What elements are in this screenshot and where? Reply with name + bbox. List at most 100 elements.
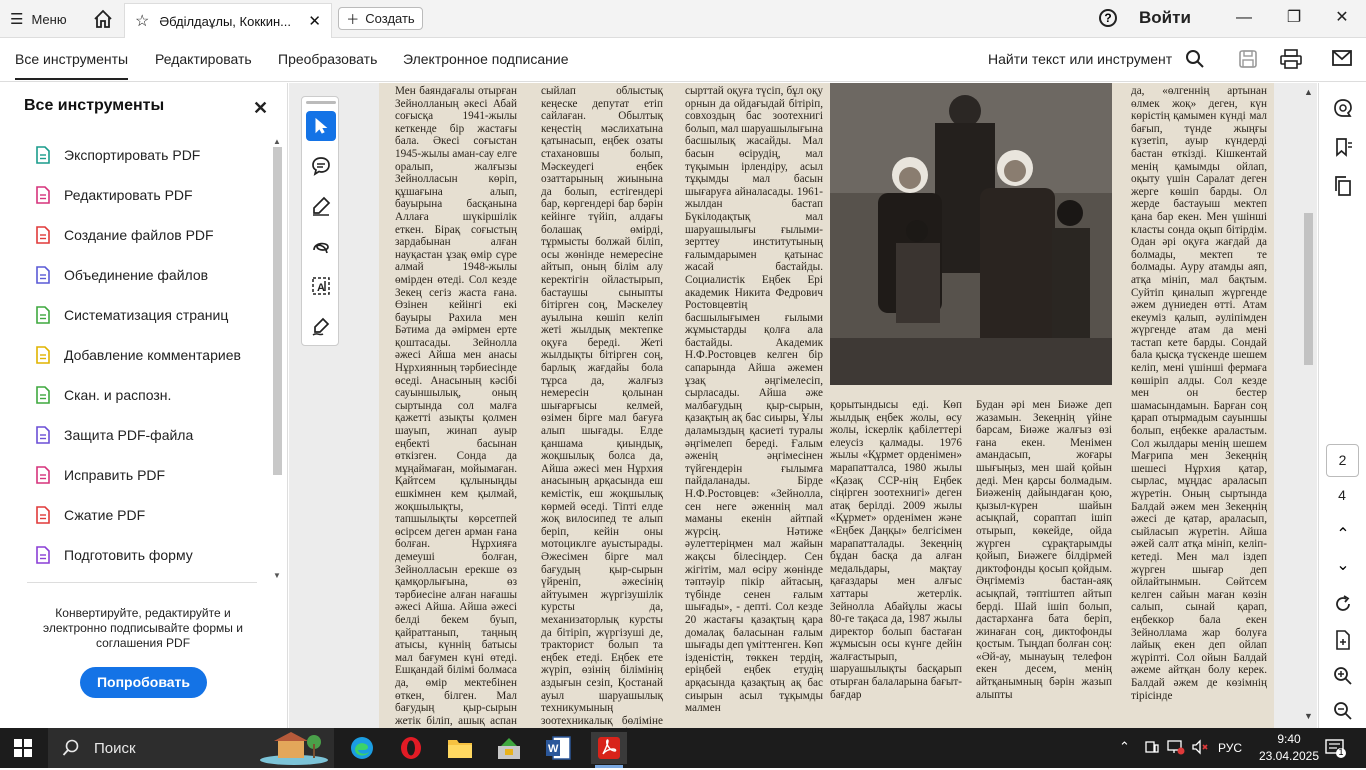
tool-item-label: Исправить PDF bbox=[64, 467, 166, 483]
tool-item-label: Систематизация страниц bbox=[64, 307, 229, 323]
tool-item-label: Защита PDF-файла bbox=[64, 427, 194, 443]
opera-browser-icon[interactable] bbox=[395, 732, 427, 764]
draw-tool-icon[interactable] bbox=[306, 231, 336, 261]
document-tab[interactable]: ☆ Әбділдаұлы, Коккин... ✕ bbox=[124, 3, 332, 38]
tool-item[interactable]: Скан. и распозн. bbox=[34, 383, 171, 407]
input-language[interactable]: РУС bbox=[1218, 741, 1242, 755]
login-button[interactable]: Войти bbox=[1139, 8, 1191, 28]
file-explorer-icon[interactable] bbox=[444, 732, 476, 764]
scroll-down-icon[interactable]: ▼ bbox=[273, 571, 281, 580]
app-installer-icon[interactable] bbox=[493, 732, 525, 764]
document-canvas[interactable]: A Мен баяндағалы отырған Зейнолланың әке… bbox=[289, 83, 1317, 728]
network-icon[interactable] bbox=[1167, 739, 1185, 760]
copy-pages-icon[interactable] bbox=[1332, 175, 1354, 197]
tab-title: Әбділдаұлы, Коккин... bbox=[159, 13, 291, 29]
tab-convert[interactable]: Преобразовать bbox=[278, 51, 377, 67]
tool-item[interactable]: Экспортировать PDF bbox=[34, 143, 200, 167]
article-column: сыйлап облыстық кеңеске депутат етіп сай… bbox=[541, 85, 663, 728]
tool-item[interactable]: Исправить PDF bbox=[34, 463, 165, 487]
notification-count: 1 bbox=[1338, 747, 1344, 757]
combine-files-icon bbox=[34, 266, 51, 284]
doc-scroll-thumb[interactable] bbox=[1304, 213, 1313, 365]
rotate-icon[interactable] bbox=[1332, 593, 1354, 615]
quick-tools-bar: A bbox=[301, 96, 339, 346]
tab-edit[interactable]: Редактировать bbox=[155, 51, 252, 67]
tab-esign[interactable]: Электронное подписание bbox=[403, 51, 569, 67]
total-pages: 4 bbox=[1338, 487, 1346, 503]
ai-assistant-icon[interactable] bbox=[1332, 97, 1354, 119]
family-photo bbox=[830, 83, 1112, 385]
redact-pdf-icon bbox=[34, 466, 51, 484]
svg-text:W: W bbox=[548, 743, 559, 755]
tab-all-tools[interactable]: Все инструменты bbox=[15, 51, 129, 80]
try-button[interactable]: Попробовать bbox=[80, 667, 207, 698]
all-tools-panel: Все инструменты ✕ Экспортировать PDF Реда… bbox=[0, 83, 288, 728]
doc-scroll-down-icon[interactable]: ▼ bbox=[1304, 711, 1313, 721]
zoom-in-icon[interactable] bbox=[1332, 665, 1354, 687]
notifications-icon[interactable]: 1 bbox=[1325, 738, 1347, 763]
tool-item[interactable]: Объединение файлов bbox=[34, 263, 208, 287]
close-panel-icon[interactable]: ✕ bbox=[253, 98, 268, 119]
tool-item[interactable]: Сжатие PDF bbox=[34, 503, 145, 527]
text-tool-icon[interactable]: A bbox=[306, 271, 336, 301]
extract-page-icon[interactable] bbox=[1332, 629, 1354, 651]
select-tool-icon[interactable] bbox=[306, 111, 336, 141]
tool-item[interactable]: Редактировать PDF bbox=[34, 183, 193, 207]
minimize-icon[interactable]: — bbox=[1231, 6, 1257, 30]
taskbar-search-icon bbox=[62, 739, 79, 756]
restore-icon[interactable]: ❐ bbox=[1281, 6, 1307, 30]
find-tool-label[interactable]: Найти текст или инструмент bbox=[988, 51, 1172, 67]
doc-scroll-up-icon[interactable]: ▲ bbox=[1304, 87, 1313, 97]
home-icon[interactable] bbox=[92, 8, 114, 30]
article-column: сырттай оқуға түсіп, бұл оқу орнын да ой… bbox=[685, 85, 823, 715]
save-icon[interactable] bbox=[1238, 49, 1260, 71]
close-tab-icon[interactable]: ✕ bbox=[308, 12, 321, 30]
scroll-up-icon[interactable]: ▲ bbox=[273, 137, 281, 146]
close-window-icon[interactable]: ✕ bbox=[1329, 6, 1355, 30]
panel-scroll-thumb[interactable] bbox=[273, 147, 282, 475]
current-page-field[interactable]: 2 bbox=[1326, 444, 1359, 477]
clock-date[interactable]: 23.04.2025 bbox=[1253, 749, 1325, 763]
panel-scrollbar[interactable]: ▲ ▼ bbox=[271, 137, 284, 580]
menu-label: Меню bbox=[31, 11, 67, 27]
document-scrollbar[interactable]: ▲ ▼ bbox=[1300, 83, 1317, 728]
tool-item[interactable]: Систематизация страниц bbox=[34, 303, 228, 327]
sign-tool-icon[interactable] bbox=[306, 311, 336, 341]
create-button[interactable]: ＋ Создать bbox=[338, 7, 423, 30]
clock-time[interactable]: 9:40 bbox=[1267, 732, 1311, 746]
highlight-tool-icon[interactable] bbox=[306, 191, 336, 221]
tool-item-label: Сжатие PDF bbox=[64, 507, 146, 523]
edge-browser-icon[interactable] bbox=[346, 732, 378, 764]
volume-icon[interactable] bbox=[1191, 739, 1209, 760]
export-pdf-icon bbox=[34, 146, 51, 164]
tray-device-icon[interactable] bbox=[1144, 739, 1160, 760]
tool-item[interactable]: Подготовить форму bbox=[34, 543, 193, 567]
bookmark-icon[interactable] bbox=[1332, 136, 1354, 158]
comment-icon bbox=[34, 346, 51, 364]
tool-item[interactable]: Защита PDF-файла bbox=[34, 423, 193, 447]
edit-pdf-icon bbox=[34, 186, 51, 204]
windows-start-icon[interactable] bbox=[14, 739, 32, 762]
article-column: да, «өлгеннің артынан өлмек жоқ» деген, … bbox=[1131, 85, 1267, 702]
menu-button[interactable]: ☰ Меню bbox=[10, 8, 67, 30]
comment-tool-icon[interactable] bbox=[306, 151, 336, 181]
zoom-out-icon[interactable] bbox=[1332, 700, 1354, 722]
taskbar-search[interactable]: Поиск bbox=[48, 728, 334, 768]
help-icon[interactable]: ? bbox=[1099, 9, 1117, 27]
tool-item-label: Добавление комментариев bbox=[64, 347, 241, 363]
star-icon[interactable]: ☆ bbox=[135, 11, 149, 31]
word-icon[interactable]: W bbox=[542, 732, 574, 764]
tool-item[interactable]: Добавление комментариев bbox=[34, 343, 241, 367]
tool-item-label: Создание файлов PDF bbox=[64, 227, 214, 243]
prev-page-icon[interactable]: ⌃ bbox=[1332, 523, 1354, 545]
next-page-icon[interactable]: ⌄ bbox=[1332, 554, 1354, 576]
tray-chevron-icon[interactable]: ⌃ bbox=[1119, 739, 1130, 755]
tool-item[interactable]: Создание файлов PDF bbox=[34, 223, 214, 247]
drag-handle[interactable] bbox=[306, 101, 336, 104]
pdf-page[interactable]: Мен баяндағалы отырған Зейнолланың әкесі… bbox=[379, 83, 1274, 728]
email-icon[interactable] bbox=[1332, 49, 1354, 71]
search-icon[interactable] bbox=[1185, 49, 1207, 71]
acrobat-icon[interactable] bbox=[591, 732, 627, 768]
create-label: Создать bbox=[365, 11, 415, 26]
print-icon[interactable] bbox=[1280, 49, 1302, 71]
